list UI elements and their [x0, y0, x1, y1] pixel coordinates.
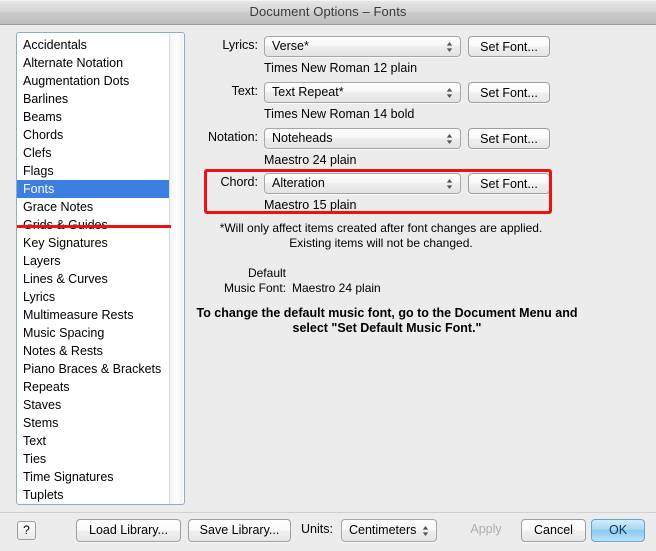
lyrics-font-value: Verse*: [272, 39, 309, 53]
notation-font-row: Notation: Noteheads Set Font...: [196, 128, 556, 150]
sidebar-item-staves[interactable]: Staves: [17, 396, 169, 414]
chevron-updown-icon: [445, 86, 454, 100]
window-titlebar: Document Options – Fonts: [0, 0, 656, 25]
titlebar-highlight: [0, 0, 656, 1]
text-font-select[interactable]: Text Repeat*: [264, 82, 461, 103]
sidebar-item-notes-and-rests[interactable]: Notes & Rests: [17, 342, 169, 360]
sidebar-item-augmentation-dots[interactable]: Augmentation Dots: [17, 72, 169, 90]
sidebar-item-barlines[interactable]: Barlines: [17, 90, 169, 108]
category-list-scrollbar[interactable]: [169, 34, 183, 505]
text-label: Text:: [196, 84, 258, 98]
document-options-dialog: Document Options – Fonts Accidentals Alt…: [0, 0, 656, 551]
sidebar-item-tuplets[interactable]: Tuplets: [17, 486, 169, 504]
apply-button[interactable]: Apply: [455, 519, 517, 542]
sidebar-item-layers[interactable]: Layers: [17, 252, 169, 270]
notation-font-select[interactable]: Noteheads: [264, 128, 461, 149]
sidebar-item-flags[interactable]: Flags: [17, 162, 169, 180]
default-music-font-label-line2: Music Font:: [196, 281, 286, 295]
dialog-content: Accidentals Alternate Notation Augmentat…: [0, 25, 656, 512]
notation-font-description: Maestro 24 plain: [264, 153, 356, 167]
chord-font-value: Alteration: [272, 176, 325, 190]
notation-font-value: Noteheads: [272, 131, 332, 145]
annotation-underline-fonts: [17, 225, 171, 228]
lyrics-set-font-button[interactable]: Set Font...: [468, 36, 550, 57]
fonts-settings-pane: Lyrics: Verse* Set Font... Times New Rom…: [196, 25, 656, 512]
category-list-items: Accidentals Alternate Notation Augmentat…: [17, 36, 169, 504]
default-music-font-label-line1: Default: [196, 266, 286, 280]
sidebar-item-fonts[interactable]: Fonts: [17, 180, 169, 198]
load-library-button[interactable]: Load Library...: [76, 519, 181, 542]
chord-font-description: Maestro 15 plain: [264, 198, 356, 212]
chord-set-font-button[interactable]: Set Font...: [468, 173, 550, 194]
chevron-updown-icon: [445, 177, 454, 191]
window-title: Document Options – Fonts: [0, 4, 656, 19]
sidebar-item-multimeasure-rests[interactable]: Multimeasure Rests: [17, 306, 169, 324]
cancel-button[interactable]: Cancel: [521, 519, 586, 542]
sidebar-item-stems[interactable]: Stems: [17, 414, 169, 432]
chevron-updown-icon: [445, 132, 454, 146]
notation-set-font-button[interactable]: Set Font...: [468, 128, 550, 149]
footnote-line-1: *Will only affect items created after fo…: [196, 221, 566, 235]
help-button[interactable]: ?: [17, 521, 36, 540]
chevron-updown-icon: [445, 40, 454, 54]
save-library-button[interactable]: Save Library...: [188, 519, 291, 542]
footnote-line-2: Existing items will not be changed.: [196, 236, 566, 250]
units-select[interactable]: Centimeters: [341, 519, 437, 542]
default-music-font-value: Maestro 24 plain: [292, 281, 381, 295]
sidebar-item-lines-and-curves[interactable]: Lines & Curves: [17, 270, 169, 288]
sidebar-item-piano-braces-and-brackets[interactable]: Piano Braces & Brackets: [17, 360, 169, 378]
instruction-line-1: To change the default music font, go to …: [196, 306, 578, 320]
lyrics-font-select[interactable]: Verse*: [264, 36, 461, 57]
text-font-description: Times New Roman 14 bold: [264, 107, 414, 121]
dialog-bottom-bar: ? Load Library... Save Library... Units:…: [0, 512, 656, 551]
sidebar-item-time-signatures[interactable]: Time Signatures: [17, 468, 169, 486]
instruction-line-2: select "Set Default Music Font.": [196, 321, 578, 335]
lyrics-label: Lyrics:: [196, 38, 258, 52]
lyrics-font-row: Lyrics: Verse* Set Font...: [196, 36, 556, 58]
chord-font-row: Chord: Alteration Set Font...: [196, 173, 556, 195]
sidebar-item-repeats[interactable]: Repeats: [17, 378, 169, 396]
text-set-font-button[interactable]: Set Font...: [468, 82, 550, 103]
ok-button[interactable]: OK: [591, 519, 645, 542]
sidebar-item-accidentals[interactable]: Accidentals: [17, 36, 169, 54]
sidebar-item-clefs[interactable]: Clefs: [17, 144, 169, 162]
chord-font-select[interactable]: Alteration: [264, 173, 461, 194]
sidebar-item-alternate-notation[interactable]: Alternate Notation: [17, 54, 169, 72]
sidebar-item-lyrics[interactable]: Lyrics: [17, 288, 169, 306]
sidebar-item-chords[interactable]: Chords: [17, 126, 169, 144]
notation-label: Notation:: [196, 130, 258, 144]
sidebar-item-grace-notes[interactable]: Grace Notes: [17, 198, 169, 216]
text-font-value: Text Repeat*: [272, 85, 344, 99]
category-list[interactable]: Accidentals Alternate Notation Augmentat…: [16, 32, 185, 505]
chevron-updown-icon: [421, 524, 430, 538]
units-value: Centimeters: [349, 523, 416, 537]
sidebar-item-beams[interactable]: Beams: [17, 108, 169, 126]
sidebar-item-music-spacing[interactable]: Music Spacing: [17, 324, 169, 342]
text-font-row: Text: Text Repeat* Set Font...: [196, 82, 556, 104]
sidebar-item-ties[interactable]: Ties: [17, 450, 169, 468]
lyrics-font-description: Times New Roman 12 plain: [264, 61, 417, 75]
sidebar-item-text[interactable]: Text: [17, 432, 169, 450]
chord-label: Chord:: [196, 175, 258, 189]
units-label: Units:: [301, 522, 333, 536]
sidebar-item-key-signatures[interactable]: Key Signatures: [17, 234, 169, 252]
